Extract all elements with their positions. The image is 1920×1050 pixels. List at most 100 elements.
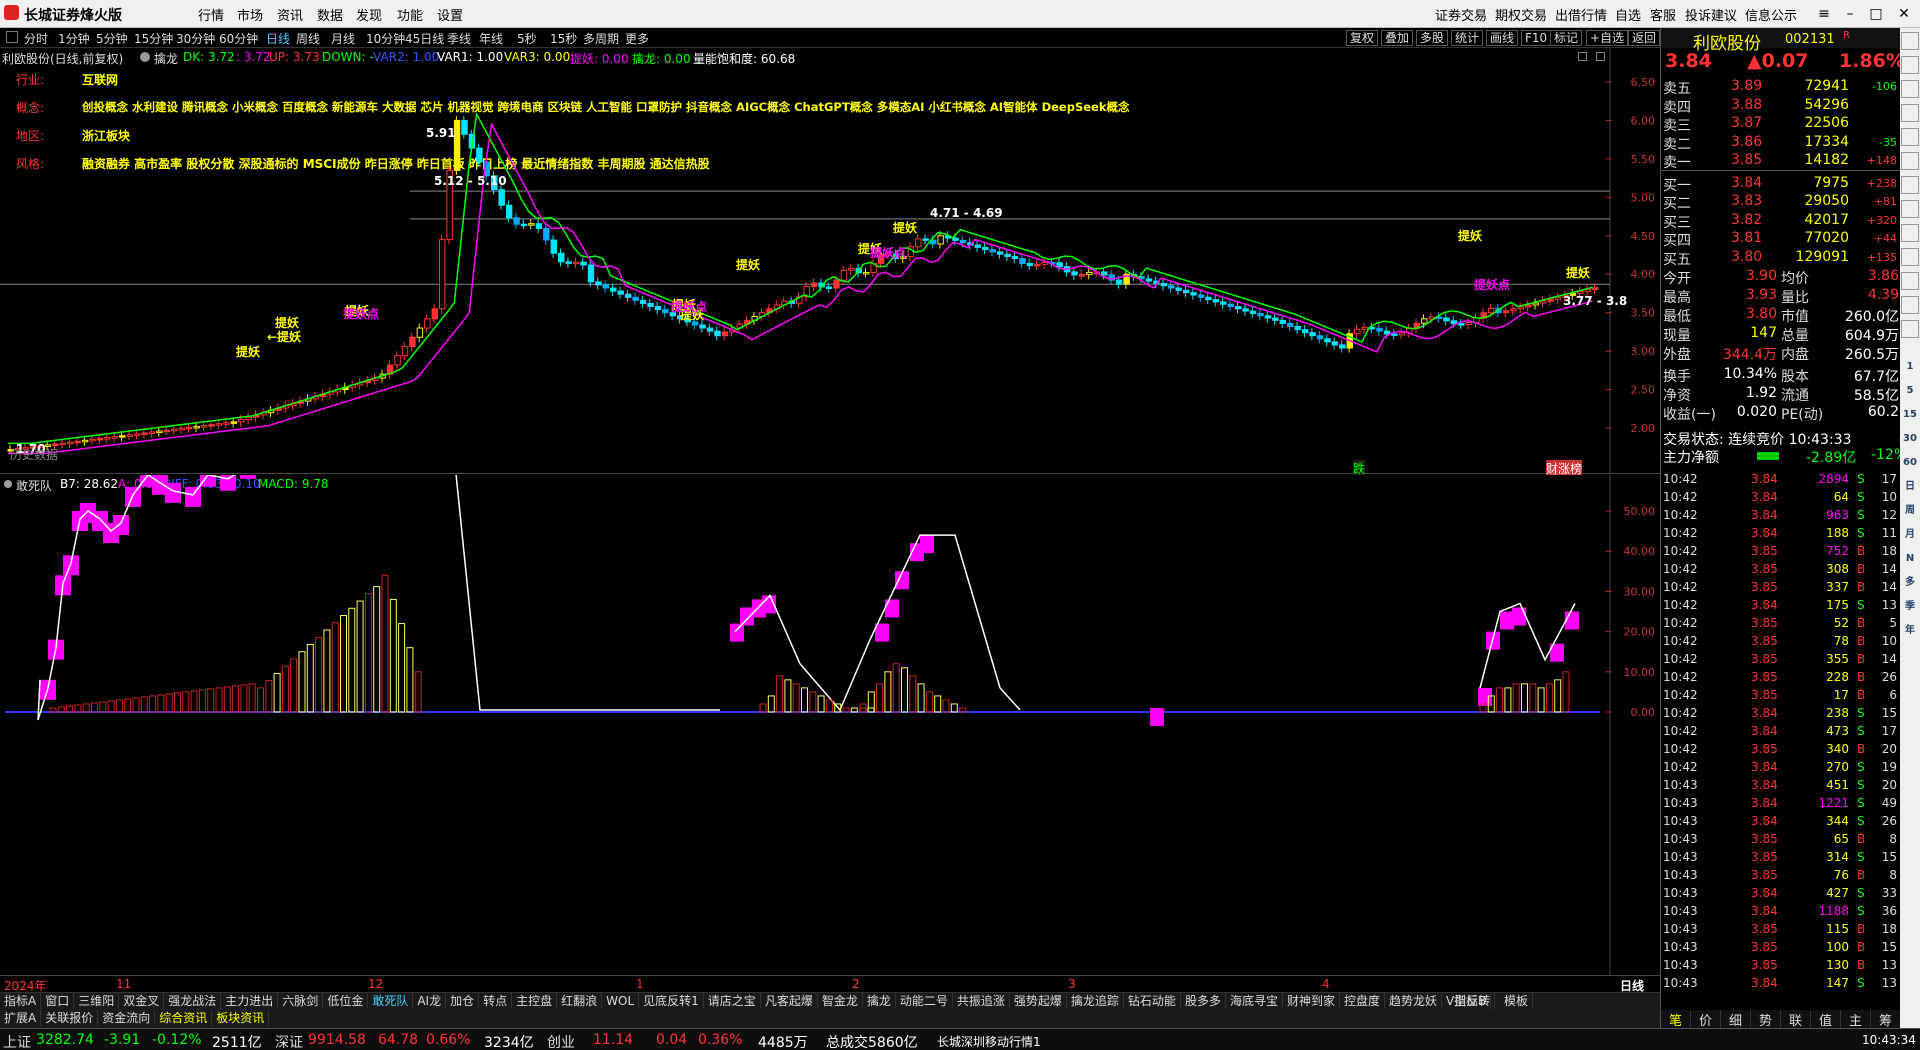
indicator-tab-13[interactable]: 红翻浪 [557, 993, 603, 1009]
menu-xinxi-gongshi[interactable]: 信息公示 [1745, 5, 1797, 24]
toolbar-btn-8[interactable]: 返回 [1628, 30, 1660, 46]
indicator-tab-11[interactable]: 转点 [479, 993, 513, 1009]
indicator-tab-14[interactable]: WOL [602, 993, 640, 1009]
menu-shuju[interactable]: 数据 [317, 5, 343, 24]
indicator-tab-8[interactable]: 敢死队 [368, 993, 414, 1009]
ext-tab-1[interactable]: 关联报价 [41, 1010, 99, 1026]
indicator-tab-25[interactable]: 股多多 [1181, 993, 1226, 1009]
menu-gongneng[interactable]: 功能 [397, 5, 423, 24]
indicator-tab-22[interactable]: 强势起爆 [1010, 993, 1067, 1009]
indicator-tab-1[interactable]: 窗口 [41, 993, 75, 1009]
period-13[interactable]: 5秒 [517, 30, 537, 47]
tab-template[interactable]: 模板 [1500, 993, 1534, 1009]
candlestick-chart[interactable]: 6.50 6.00 5.50 5.00 4.50 4.00 3.50 3.00 2.50 2.00 [0, 48, 1660, 474]
indicator-tab-23[interactable]: 擒龙追踪 [1067, 993, 1124, 1009]
quote-tab-3[interactable]: 势 [1751, 1010, 1781, 1029]
close-icon[interactable]: ✕ [1890, 3, 1918, 25]
period-15[interactable]: 多周期 [583, 30, 619, 47]
indicator-tab-17[interactable]: 凡客起爆 [761, 993, 818, 1009]
menu-zhengquan-jiaoyi[interactable]: 证券交易 [1435, 5, 1487, 24]
indicator-tab-0[interactable]: 指标A [0, 993, 42, 1009]
menu-zixuan[interactable]: 自选 [1615, 5, 1641, 24]
menu-shezhi[interactable]: 设置 [437, 5, 463, 24]
menu-shichang[interactable]: 市场 [237, 5, 263, 24]
indicator-tab-2[interactable]: 三维阳 [74, 993, 120, 1009]
indicator-tab-20[interactable]: 动能二号 [896, 993, 953, 1009]
period-5[interactable]: 60分钟 [219, 30, 258, 47]
gansidui-chart[interactable]: 80.0070.0060.0050.0040.0030.0020.0010.00… [0, 475, 1660, 975]
indicator-tab-29[interactable]: 趋势龙妖 [1385, 993, 1443, 1009]
period-11[interactable]: 季线 [447, 30, 471, 47]
indicator-tab-28[interactable]: 控盘度 [1340, 993, 1385, 1009]
plus-icon[interactable] [1901, 296, 1919, 314]
data-feed[interactable]: 长城深圳移动行情1 [937, 1033, 1041, 1050]
side-period-8[interactable]: N [1901, 550, 1919, 568]
grid-icon[interactable] [1901, 56, 1919, 74]
side-period-2[interactable]: 15 [1901, 406, 1919, 424]
side-period-5[interactable]: 日 [1901, 478, 1919, 496]
doc-icon[interactable] [1901, 200, 1919, 218]
quote-tab-4[interactable]: 联 [1781, 1010, 1811, 1029]
indicator-tab-3[interactable]: 双金叉 [119, 993, 165, 1009]
table-icon[interactable] [1901, 128, 1919, 146]
indicator-tab-21[interactable]: 共振追涨 [953, 993, 1010, 1009]
menu-chujie-hangqing[interactable]: 出借行情 [1555, 5, 1607, 24]
bar-icon[interactable] [1901, 152, 1919, 170]
period-14[interactable]: 15秒 [550, 30, 577, 47]
indicator-tab-6[interactable]: 六脉剑 [278, 993, 324, 1009]
period-4[interactable]: 30分钟 [176, 30, 215, 47]
toolbar-btn-3[interactable]: 统计 [1451, 30, 1484, 46]
indicator-tab-26[interactable]: 海底寻宝 [1226, 993, 1283, 1009]
candle-icon[interactable] [1901, 176, 1919, 194]
period-2[interactable]: 5分钟 [96, 30, 128, 47]
indicator-tab-24[interactable]: 钻石动能 [1124, 993, 1181, 1009]
side-period-4[interactable]: 60 [1901, 454, 1919, 472]
menu-hangqing[interactable]: 行情 [198, 5, 224, 24]
side-period-0[interactable]: 1 [1901, 358, 1919, 376]
period-10[interactable]: 45日线 [405, 30, 444, 47]
ext-tab-0[interactable]: 扩展A [0, 1010, 42, 1026]
quote-tab-2[interactable]: 细 [1721, 1010, 1751, 1029]
side-period-9[interactable]: 多 [1901, 574, 1919, 592]
side-period-10[interactable]: 季 [1901, 598, 1919, 616]
menu-tousu[interactable]: 投诉建议 [1685, 5, 1737, 24]
toolbar-btn-2[interactable]: 多股 [1416, 30, 1449, 46]
menu-icon[interactable]: ≡ [1810, 3, 1838, 25]
tab-metric-b[interactable]: 指标B [1450, 993, 1492, 1009]
indicator-tab-5[interactable]: 主力进出 [221, 993, 279, 1009]
quote-tab-6[interactable]: 主 [1841, 1010, 1871, 1029]
sz-index[interactable]: 9914.58 [308, 1032, 366, 1048]
menu-zixun[interactable]: 资讯 [277, 5, 303, 24]
cy-index[interactable]: 11.14 [593, 1032, 633, 1048]
minus-icon[interactable] [1901, 320, 1919, 338]
indicator-tab-16[interactable]: 请店之宝 [704, 993, 761, 1009]
move-icon[interactable] [1901, 272, 1919, 290]
quote-tab-0[interactable]: 笔 [1661, 1010, 1691, 1029]
minimize-icon[interactable]: – [1836, 3, 1864, 25]
toolbar-btn-5[interactable]: F10 [1521, 30, 1552, 46]
side-period-3[interactable]: 30 [1901, 430, 1919, 448]
maximize-icon[interactable]: □ [1862, 3, 1890, 25]
period-1[interactable]: 1分钟 [58, 30, 90, 47]
ext-tab-2[interactable]: 资金流向 [98, 1010, 156, 1026]
menu-qiquan-jiaoyi[interactable]: 期权交易 [1495, 5, 1547, 24]
quote-tab-1[interactable]: 价 [1691, 1010, 1721, 1029]
up-arrow-icon[interactable] [1901, 32, 1919, 50]
toolbar-btn-1[interactable]: 叠加 [1381, 30, 1414, 46]
indicator-tab-18[interactable]: 智金龙 [818, 993, 863, 1009]
period-9[interactable]: 10分钟 [366, 30, 405, 47]
period-7[interactable]: 周线 [296, 30, 320, 47]
menu-kefu[interactable]: 客服 [1650, 5, 1676, 24]
period-16[interactable]: 更多 [625, 30, 649, 47]
indicator-tab-27[interactable]: 财神到家 [1283, 993, 1340, 1009]
side-period-1[interactable]: 5 [1901, 382, 1919, 400]
side-period-6[interactable]: 周 [1901, 502, 1919, 520]
side-period-7[interactable]: 月 [1901, 526, 1919, 544]
quote-tab-7[interactable]: 筹 [1871, 1010, 1901, 1029]
window-icon[interactable] [1901, 224, 1919, 242]
toolbar-btn-7[interactable]: +自选 [1586, 30, 1629, 46]
indicator-tab-9[interactable]: AI龙 [413, 993, 447, 1009]
toolbar-btn-4[interactable]: 画线 [1486, 30, 1519, 46]
side-period-11[interactable]: 年 [1901, 622, 1919, 640]
rsi-icon[interactable] [1901, 248, 1919, 266]
